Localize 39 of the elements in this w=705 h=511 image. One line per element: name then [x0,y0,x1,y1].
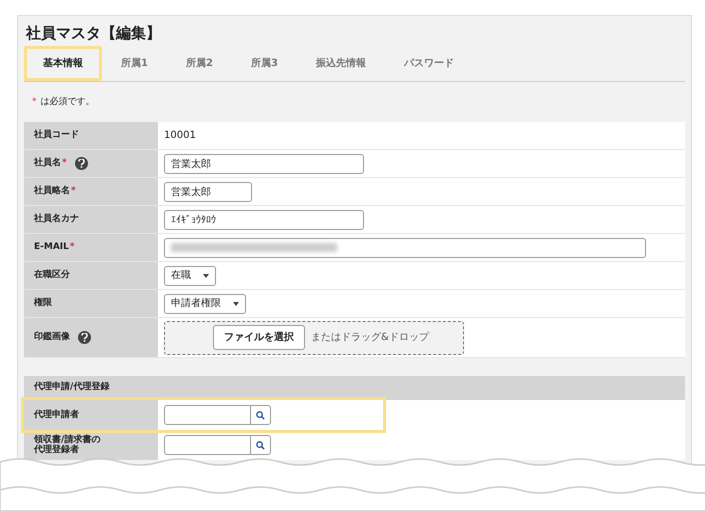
required-mark: * [62,156,67,170]
text-input[interactable]: 営業太郎 [164,182,252,202]
drop-hint: またはドラッグ&ドロップ [311,330,429,345]
email-input[interactable] [164,238,646,258]
help-icon[interactable] [78,331,91,344]
field-label: 印鑑画像 [34,330,70,344]
text-input[interactable]: 営業太郎 [164,154,364,174]
tab[interactable]: 基本情報 [24,46,102,81]
select-dropdown[interactable]: 在職 [164,266,216,286]
caret-icon [203,274,209,278]
field-label: 社員名カナ [34,212,79,226]
field-label: 権限 [34,296,52,310]
text-input[interactable]: ｴｲｷﾞｮｳﾀﾛｳ [164,210,364,230]
section-header: 代理申請/代理登録 [24,376,685,400]
required-mark: * [32,96,36,109]
page-title: 社員マスタ【編集】 [24,23,162,44]
lookup-field[interactable] [164,435,271,455]
field-value: 10001 [164,129,196,143]
field-label: 領収書/請求書の代理登録者 [34,435,102,455]
field-label: 代理申請者 [34,410,80,420]
field-label: 社員名 [34,156,61,170]
select-dropdown[interactable]: 申請者権限 [164,294,246,314]
tab[interactable]: 所属2 [166,46,232,81]
tab[interactable]: 所属3 [232,46,297,81]
caret-icon [233,302,239,306]
tab[interactable]: 振込先情報 [296,46,385,81]
required-note: は必須です。 [40,96,94,109]
field-label: 在職区分 [34,268,70,282]
required-mark: * [70,240,75,254]
field-label: E-MAIL [34,240,69,254]
lookup-field[interactable] [164,405,271,425]
help-icon[interactable] [74,157,88,170]
tab[interactable]: 所属1 [102,46,167,81]
choose-file-button[interactable]: ファイルを選択 [213,325,305,350]
required-mark: * [71,184,76,198]
file-drop-zone[interactable]: ファイルを選択 またはドラッグ&ドロップ [164,320,464,354]
field-label: 社員コード [34,128,79,142]
tab[interactable]: パスワード [384,46,473,81]
field-label: 社員略名 [34,184,70,198]
